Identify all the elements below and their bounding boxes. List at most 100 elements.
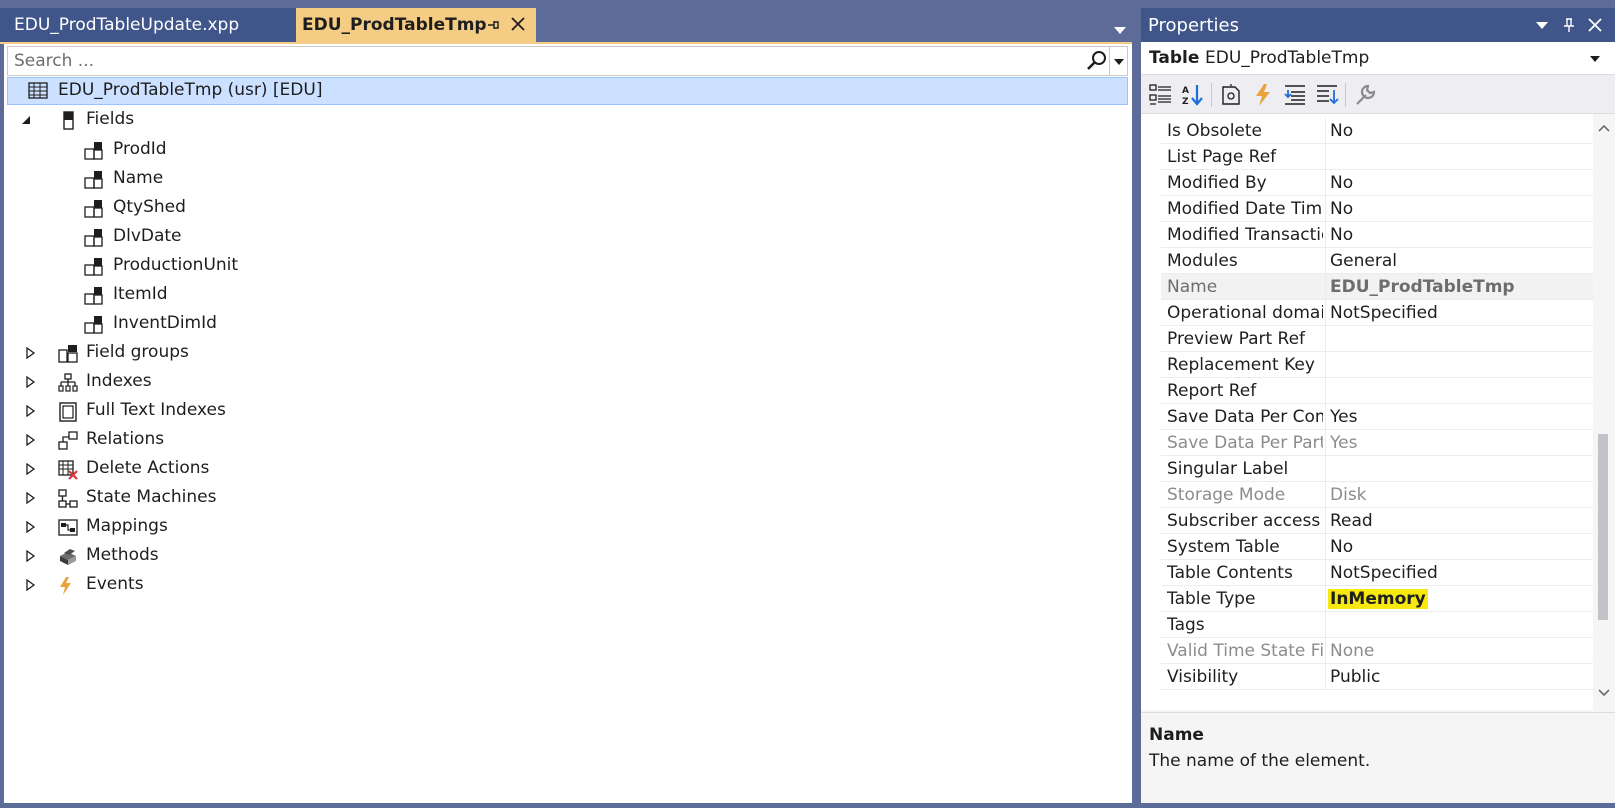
tree-node-relations[interactable]: Relations [4, 426, 404, 454]
tree-node-fields[interactable]: Fields [4, 106, 404, 134]
scroll-down-icon[interactable] [1598, 689, 1610, 697]
tree-node-field-groups[interactable]: Field groups [4, 339, 404, 367]
property-value-cell[interactable]: Yes [1325, 404, 1593, 430]
property-value-cell[interactable] [1325, 144, 1593, 170]
property-row-valid-time-state-field-type[interactable]: Valid Time State Field Type None [1161, 638, 1593, 664]
chevron-down-icon[interactable] [1590, 55, 1600, 63]
property-row-operational-domain[interactable]: Operational domain NotSpecified [1161, 300, 1593, 326]
tree-node-delete-actions[interactable]: Delete Actions [4, 455, 404, 483]
property-name: Visibility [1167, 667, 1239, 687]
wrench-icon[interactable] [1353, 83, 1377, 107]
property-value-cell[interactable] [1325, 326, 1593, 352]
property-value-cell[interactable]: InMemory [1325, 586, 1593, 612]
collapse-triangle-icon[interactable] [20, 114, 32, 126]
property-value-cell[interactable]: NotSpecified [1325, 560, 1593, 586]
search-input[interactable] [14, 47, 1054, 75]
tree-root-node[interactable]: EDU_ProdTableTmp (usr) [EDU] [7, 77, 1128, 105]
tab-edu-prodtabletmp[interactable]: EDU_ProdTableTmp [296, 8, 536, 42]
dropdown-icon[interactable] [1534, 17, 1550, 33]
property-value-cell[interactable]: No [1325, 170, 1593, 196]
property-value-cell[interactable]: No [1325, 534, 1593, 560]
categorized-icon[interactable] [1149, 83, 1173, 107]
scrollbar-thumb[interactable] [1598, 434, 1608, 620]
chevron-down-icon[interactable] [1113, 24, 1127, 36]
sort-alphabetical-icon[interactable]: AZ [1181, 83, 1205, 107]
collapse-all-icon[interactable] [1283, 83, 1307, 107]
tree-field-item[interactable]: ProductionUnit [4, 252, 404, 280]
tab-edu-prodtableupdate[interactable]: EDU_ProdTableUpdate.xpp [0, 8, 296, 42]
property-pages-icon[interactable] [1219, 83, 1243, 107]
property-row-singular-label[interactable]: Singular Label [1161, 456, 1593, 482]
tree-node-full-text-indexes[interactable]: Full Text Indexes [4, 397, 404, 425]
pin-icon[interactable] [485, 16, 501, 34]
property-name: Report Ref [1167, 381, 1257, 401]
property-row-modified-transaction[interactable]: Modified Transaction No [1161, 222, 1593, 248]
property-row-preview-part-ref[interactable]: Preview Part Ref [1161, 326, 1593, 352]
property-grid-scrollbar[interactable] [1593, 114, 1615, 710]
tree-node-events[interactable]: Events [4, 571, 404, 599]
close-icon[interactable] [509, 15, 527, 33]
property-row-replacement-key[interactable]: Replacement Key [1161, 352, 1593, 378]
property-value-cell[interactable]: Yes [1325, 430, 1593, 456]
expand-triangle-icon[interactable] [24, 347, 36, 359]
expand-triangle-icon[interactable] [24, 434, 36, 446]
property-value-cell[interactable]: No [1325, 196, 1593, 222]
object-selector[interactable]: Table EDU_ProdTableTmp [1141, 42, 1615, 74]
expand-triangle-icon[interactable] [24, 376, 36, 388]
field-icon [84, 171, 103, 189]
tree-node-label: Field groups [86, 342, 189, 362]
property-value-cell[interactable]: No [1325, 222, 1593, 248]
tree-field-item[interactable]: ProdId [4, 136, 404, 164]
property-value-cell[interactable]: NotSpecified [1325, 300, 1593, 326]
property-value-cell[interactable]: Public [1325, 664, 1593, 690]
property-row-modules[interactable]: Modules General [1161, 248, 1593, 274]
property-row-list-page-ref[interactable]: List Page Ref [1161, 144, 1593, 170]
property-row-table-contents[interactable]: Table Contents NotSpecified [1161, 560, 1593, 586]
property-row-save-data-per-partition[interactable]: Save Data Per Partition Yes [1161, 430, 1593, 456]
property-row-name[interactable]: Name EDU_ProdTableTmp [1161, 274, 1593, 300]
property-value-cell[interactable] [1325, 456, 1593, 482]
expand-triangle-icon[interactable] [24, 463, 36, 475]
property-row-modified-date-time[interactable]: Modified Date Time No [1161, 196, 1593, 222]
property-row-is-obsolete[interactable]: Is Obsolete No [1161, 118, 1593, 144]
property-row-subscriber-access-level[interactable]: Subscriber access level Read [1161, 508, 1593, 534]
expand-triangle-icon[interactable] [24, 492, 36, 504]
expand-triangle-icon[interactable] [24, 550, 36, 562]
tree-node-indexes[interactable]: Indexes [4, 368, 404, 396]
property-value-cell[interactable]: General [1325, 248, 1593, 274]
expand-triangle-icon[interactable] [24, 405, 36, 417]
scroll-up-icon[interactable] [1598, 124, 1610, 132]
property-row-system-table[interactable]: System Table No [1161, 534, 1593, 560]
search-icon[interactable] [1086, 50, 1108, 72]
property-row-table-type[interactable]: Table Type InMemory [1161, 586, 1593, 612]
expand-all-icon[interactable] [1315, 83, 1339, 107]
property-row-storage-mode[interactable]: Storage Mode Disk [1161, 482, 1593, 508]
property-value-cell[interactable]: Disk [1325, 482, 1593, 508]
tree-node-state-machines[interactable]: State Machines [4, 484, 404, 512]
property-value-cell[interactable]: No [1325, 118, 1593, 144]
events-lightning-icon[interactable] [1251, 83, 1275, 107]
search-options-button[interactable] [1109, 47, 1127, 75]
tree-node-methods[interactable]: Methods [4, 542, 404, 570]
tree-field-item[interactable]: DlvDate [4, 223, 404, 251]
property-row-report-ref[interactable]: Report Ref [1161, 378, 1593, 404]
expand-triangle-icon[interactable] [24, 521, 36, 533]
property-value-cell[interactable]: EDU_ProdTableTmp [1325, 274, 1593, 300]
property-value-cell[interactable]: None [1325, 638, 1593, 664]
property-row-modified-by[interactable]: Modified By No [1161, 170, 1593, 196]
property-value-cell[interactable]: Read [1325, 508, 1593, 534]
property-row-save-data-per-company[interactable]: Save Data Per Company Yes [1161, 404, 1593, 430]
property-value-cell[interactable] [1325, 352, 1593, 378]
tree-node-mappings[interactable]: Mappings [4, 513, 404, 541]
tree-field-item[interactable]: InventDimId [4, 310, 404, 338]
tree-field-item[interactable]: QtyShed [4, 194, 404, 222]
pin-icon[interactable] [1561, 17, 1577, 33]
expand-triangle-icon[interactable] [24, 579, 36, 591]
property-row-visibility[interactable]: Visibility Public [1161, 664, 1593, 690]
property-value-cell[interactable] [1325, 378, 1593, 404]
property-row-tags[interactable]: Tags [1161, 612, 1593, 638]
tree-field-item[interactable]: ItemId [4, 281, 404, 309]
property-value-cell[interactable] [1325, 612, 1593, 638]
tree-field-item[interactable]: Name [4, 165, 404, 193]
close-icon[interactable] [1587, 17, 1603, 33]
